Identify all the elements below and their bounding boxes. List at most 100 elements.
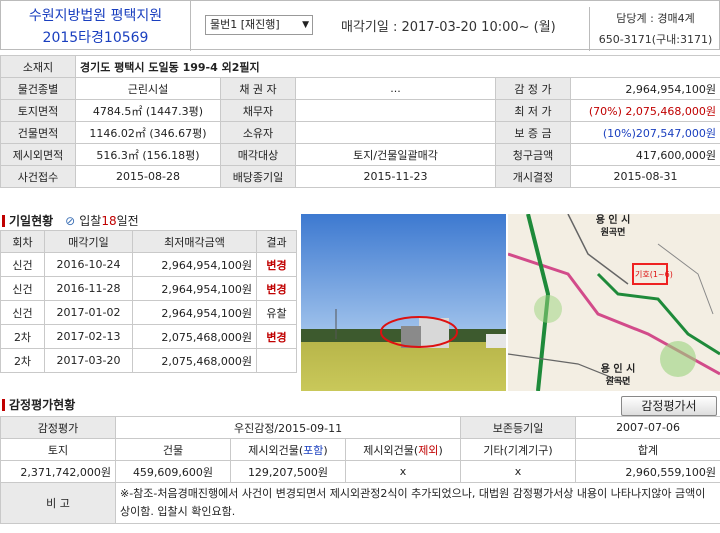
property-info-table: 소재지 경기도 평택시 도일동 199-4 외2필지 물건종별 근린시설 채 권… xyxy=(0,55,720,188)
date-cell: 2016-11-28 xyxy=(44,276,133,301)
history-table: 회차 매각기일 최저매각금액 결과 신건 2016-10-24 2,964,95… xyxy=(0,230,297,373)
table-row: 신건 2016-11-28 2,964,954,100원 변경 xyxy=(0,276,297,301)
col-header: 매각기일 xyxy=(44,230,133,253)
appraisal-row: 감정평가 우진감정/2015-09-11 보존등기일 2007-07-06 xyxy=(0,416,720,439)
bid-note: 입찰18일전 xyxy=(79,214,139,228)
map-label-top: 용 인 시 원곡면 xyxy=(595,215,631,238)
info-label: 감 정 가 xyxy=(495,77,571,100)
remark-row: 비 고 ※-참조-처음경매진행에서 사건이 변경되면서 제시외관정2식이 추가되… xyxy=(0,482,720,524)
info-label: 물건종별 xyxy=(0,77,76,100)
location-map[interactable]: 용 인 시 원곡면 기호(1~6) 용 인 시 원곡면 xyxy=(508,214,720,391)
info-row: 토지면적 4784.5㎡ (1447.3평) 채무자 최 저 가 (70%) 2… xyxy=(0,99,720,122)
incl-value: 129,207,500원 xyxy=(230,460,346,483)
round-cell: 신건 xyxy=(0,300,45,325)
item-select[interactable]: 물번1 [재진행] ▼ xyxy=(205,15,313,35)
price-cell: 2,075,468,000원 xyxy=(132,324,257,349)
header-bar: 수원지방법원 평택지원 2015타경10569 물번1 [재진행] ▼ 매각기일… xyxy=(0,0,720,51)
remark-text: ※-참조-처음경매진행에서 사건이 변경되면서 제시외관정2식이 추가되었으나,… xyxy=(114,482,720,524)
registration-date: 2007-07-06 xyxy=(575,416,720,439)
price-cell: 2,964,954,100원 xyxy=(132,300,257,325)
col-header: 제시외건물(포함) xyxy=(230,438,346,461)
etc-value: x xyxy=(460,460,577,483)
registration-label: 보존등기일 xyxy=(460,416,577,439)
excl-value: x xyxy=(344,460,462,483)
photo-image xyxy=(301,214,506,391)
item-select-value: 물번1 [재진행] xyxy=(210,18,280,31)
info-value xyxy=(295,121,496,144)
col-header: 제시외건물(제외) xyxy=(344,438,462,461)
map-label-bottom: 용 인 시 원곡면 xyxy=(600,364,636,387)
property-photo[interactable] xyxy=(301,214,506,391)
info-label: 제시외면적 xyxy=(0,143,76,166)
deposit-value: (10%)207,547,000원 xyxy=(570,121,720,144)
price-cell: 2,964,954,100원 xyxy=(132,276,257,301)
history-title-text: 기일현황 xyxy=(9,214,54,228)
map-marker-label: 기호(1~6) xyxy=(635,270,673,279)
building-value: 459,609,600원 xyxy=(115,460,231,483)
chevron-down-icon: ▼ xyxy=(302,20,309,30)
court-name: 수원지방법원 평택지원 xyxy=(28,8,163,24)
info-row: 건물면적 1146.02㎡ (346.67평) 소유자 보 증 금 (10%)2… xyxy=(0,121,720,144)
table-row: 신건 2016-10-24 2,964,954,100원 변경 xyxy=(0,252,297,277)
date-cell: 2017-03-20 xyxy=(44,348,133,373)
info-label: 보 증 금 xyxy=(495,121,571,144)
col-header: 회차 xyxy=(0,230,45,253)
claim-amount: 417,600,000원 xyxy=(570,143,720,166)
land-value: 2,371,742,000원 xyxy=(0,460,116,483)
court-title: 수원지방법원 평택지원 2015타경10569 xyxy=(1,1,191,51)
info-label: 채무자 xyxy=(220,99,296,122)
info-value: 2015-08-28 xyxy=(75,165,221,188)
contact-info: 담당계 : 경매4계 650-3171(구내:3171) xyxy=(589,7,720,51)
table-row: 2차 2017-02-13 2,075,468,000원 변경 xyxy=(0,324,297,349)
info-row: 물건종별 근린시설 채 권 자 ... 감 정 가 2,964,954,100원 xyxy=(0,77,720,100)
info-label: 채 권 자 xyxy=(220,77,296,100)
info-label: 최 저 가 xyxy=(495,99,571,122)
info-label: 건물면적 xyxy=(0,121,76,144)
sale-date: 매각기일 : 2017-03-20 10:00~ (월) xyxy=(341,20,556,35)
col-header: 결과 xyxy=(256,230,297,253)
appraiser-label: 감정평가 xyxy=(0,416,116,439)
info-label: 개시결정 xyxy=(495,165,571,188)
info-value: 토지/건물일괄매각 xyxy=(295,143,496,166)
col-header: 토지 xyxy=(0,438,116,461)
col-header: 합계 xyxy=(575,438,720,461)
date-cell: 2017-01-02 xyxy=(44,300,133,325)
table-row: 2차 2017-03-20 2,075,468,000원 xyxy=(0,348,297,373)
info-value: 근린시설 xyxy=(75,77,221,100)
history-title: 기일현황 ⊘ 입찰18일전 xyxy=(2,212,139,229)
appraisal-report-button[interactable]: 감정평가서 xyxy=(621,396,717,416)
table-row: 신건 2017-01-02 2,964,954,100원 유찰 xyxy=(0,300,297,325)
result-cell: 변경 xyxy=(256,252,297,277)
check-circle-icon: ⊘ xyxy=(65,213,76,228)
info-value: 2015-11-23 xyxy=(295,165,496,188)
result-cell: 변경 xyxy=(256,324,297,349)
info-row: 제시외면적 516.3㎡ (156.18평) 매각대상 토지/건물일괄매각 청구… xyxy=(0,143,720,166)
minimum-price: (70%) 2,075,468,000원 xyxy=(570,99,720,122)
address-row: 소재지 경기도 평택시 도일동 199-4 외2필지 xyxy=(0,55,720,78)
info-value: 1146.02㎡ (346.67평) xyxy=(75,121,221,144)
round-cell: 2차 xyxy=(0,348,45,373)
info-label: 사건접수 xyxy=(0,165,76,188)
phone-label: 650-3171(구내:3171) xyxy=(598,33,713,46)
appraisal-header-row: 토지 건물 제시외건물(포함) 제시외건물(제외) 기타(기계기구) 합계 xyxy=(0,438,720,461)
history-header-row: 회차 매각기일 최저매각금액 결과 xyxy=(0,230,297,253)
info-value: 516.3㎡ (156.18평) xyxy=(75,143,221,166)
result-cell: 유찰 xyxy=(256,300,297,325)
appraisal-table: 감정평가 우진감정/2015-09-11 보존등기일 2007-07-06 토지… xyxy=(0,416,720,524)
total-value: 2,960,559,100원 xyxy=(575,460,720,483)
info-value: ... xyxy=(295,77,496,100)
round-cell: 2차 xyxy=(0,324,45,349)
appraisal-title-text: 감정평가현황 xyxy=(9,398,76,412)
col-header: 건물 xyxy=(115,438,231,461)
case-number: 2015타경10569 xyxy=(42,30,149,46)
date-cell: 2016-10-24 xyxy=(44,252,133,277)
info-value: 2015-08-31 xyxy=(570,165,720,188)
address-value: 경기도 평택시 도일동 199-4 외2필지 xyxy=(75,55,720,78)
date-cell: 2017-02-13 xyxy=(44,324,133,349)
appraisal-values-row: 2,371,742,000원 459,609,600원 129,207,500원… xyxy=(0,460,720,483)
section-marker-icon xyxy=(2,398,5,411)
info-label: 매각대상 xyxy=(220,143,296,166)
appraisal-title: 감정평가현황 xyxy=(2,396,75,413)
round-cell: 신건 xyxy=(0,252,45,277)
address-label: 소재지 xyxy=(0,55,76,78)
